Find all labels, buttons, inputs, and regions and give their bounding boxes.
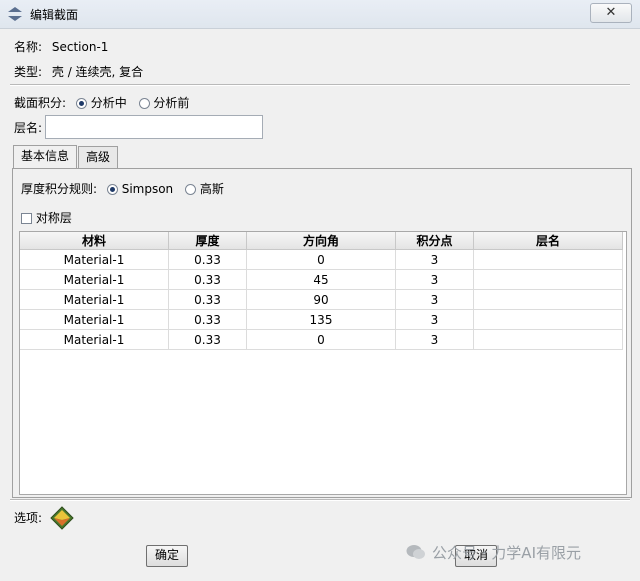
radio-during-analysis-label: 分析中 <box>90 96 127 110</box>
column-header[interactable]: 材料 <box>20 232 169 250</box>
tab-basic-info[interactable]: 基本信息 <box>13 145 78 169</box>
table-cell[interactable]: 135 <box>246 309 396 330</box>
table-cell[interactable]: 3 <box>395 289 474 310</box>
integration-row: 截面积分: 分析中 分析前 <box>14 94 189 111</box>
type-row: 类型: 壳 / 连续壳, 复合 <box>14 63 143 80</box>
symmetric-checkbox[interactable] <box>21 213 32 224</box>
column-header[interactable]: 厚度 <box>168 232 247 250</box>
wechat-icon <box>406 545 425 559</box>
table-row[interactable]: Material-1 0.33 0 3 <box>20 249 623 270</box>
table-cell[interactable]: 0.33 <box>168 249 247 270</box>
radio-gauss[interactable]: 高斯 <box>185 182 224 196</box>
column-header[interactable]: 积分点 <box>395 232 474 250</box>
options-label: 选项: <box>14 511 43 525</box>
thickness-rule-row: 厚度积分规则: Simpson 高斯 <box>21 180 224 197</box>
table-cell[interactable]: 3 <box>395 309 474 330</box>
name-row: 名称: Section-1 <box>14 38 108 55</box>
name-label: 名称: <box>14 40 43 54</box>
table-cell[interactable]: 0.33 <box>168 269 247 290</box>
table-cell[interactable]: Material-1 <box>20 269 169 290</box>
symmetric-label: 对称层 <box>35 211 72 225</box>
window-title: 编辑截面 <box>30 8 79 22</box>
layer-name-label: 层名: <box>14 121 43 135</box>
type-value: 壳 / 连续壳, 复合 <box>51 65 144 79</box>
table-cell[interactable]: 0.33 <box>168 309 247 330</box>
table-cell[interactable]: 3 <box>395 269 474 290</box>
tab-advanced[interactable]: 高级 <box>78 146 119 169</box>
table-cell[interactable]: Material-1 <box>20 289 169 310</box>
table-row[interactable]: Material-1 0.33 45 3 <box>20 269 623 290</box>
radio-simpson[interactable]: Simpson <box>106 182 177 196</box>
radio-gauss-indicator[interactable] <box>185 184 196 195</box>
tab-panel-basic-info: 厚度积分规则: Simpson 高斯 对称层 材料 厚度 方向角 积分点 层名 … <box>12 168 632 498</box>
layup-options-icon[interactable] <box>50 506 74 530</box>
table-cell[interactable]: 3 <box>395 329 474 350</box>
table-header-row: 材料 厚度 方向角 积分点 层名 <box>20 232 623 250</box>
table-cell[interactable] <box>473 329 623 350</box>
watermark-text: 公众号 · 力学AI有限元 <box>432 544 581 562</box>
separator <box>10 84 630 86</box>
layer-name-input[interactable] <box>45 115 263 139</box>
layer-table[interactable]: 材料 厚度 方向角 积分点 层名 Material-1 0.33 0 3 Materia… <box>19 231 627 495</box>
radio-before-analysis[interactable]: 分析前 <box>138 96 190 110</box>
radio-before-analysis-indicator[interactable] <box>138 98 150 109</box>
separator <box>10 499 630 501</box>
symmetric-row[interactable]: 对称层 <box>21 209 72 226</box>
name-value: Section-1 <box>51 40 109 54</box>
ok-button[interactable]: 确定 <box>146 545 188 567</box>
table-cell[interactable] <box>473 289 623 310</box>
edit-section-icon <box>8 7 22 21</box>
table-cell[interactable]: 3 <box>395 249 474 270</box>
title-bar: 编辑截面 ✕ <box>0 0 640 29</box>
table-cell[interactable]: 0.33 <box>168 289 247 310</box>
table-cell[interactable] <box>473 309 623 330</box>
table-cell[interactable] <box>473 249 623 270</box>
thickness-rule-label: 厚度积分规则: <box>21 182 98 196</box>
table-cell[interactable] <box>473 269 623 290</box>
integration-label: 截面积分: <box>14 96 67 110</box>
type-label: 类型: <box>14 65 43 79</box>
dialog-body: 名称: Section-1 类型: 壳 / 连续壳, 复合 截面积分: 分析中 … <box>0 29 640 581</box>
radio-simpson-indicator[interactable] <box>106 184 118 195</box>
table-cell[interactable]: 45 <box>246 269 396 290</box>
column-header[interactable]: 方向角 <box>246 232 396 250</box>
table-row[interactable]: Material-1 0.33 90 3 <box>20 289 623 310</box>
radio-during-analysis-indicator[interactable] <box>75 98 87 109</box>
radio-gauss-label: 高斯 <box>199 182 224 196</box>
watermark: 公众号 · 力学AI有限元 <box>406 542 581 563</box>
table-cell[interactable]: 0 <box>246 249 396 270</box>
table-cell[interactable]: Material-1 <box>20 329 169 350</box>
close-button[interactable]: ✕ <box>590 3 632 23</box>
table-cell[interactable]: Material-1 <box>20 309 169 330</box>
table-row[interactable]: Material-1 0.33 0 3 <box>20 329 623 350</box>
table-cell[interactable]: 0.33 <box>168 329 247 350</box>
table-cell[interactable]: 90 <box>246 289 396 310</box>
radio-before-analysis-label: 分析前 <box>153 96 190 110</box>
table-row[interactable]: Material-1 0.33 135 3 <box>20 309 623 330</box>
radio-simpson-label: Simpson <box>121 182 174 196</box>
table-cell[interactable]: 0 <box>246 329 396 350</box>
table-cell[interactable]: Material-1 <box>20 249 169 270</box>
column-header[interactable]: 层名 <box>473 232 623 250</box>
radio-during-analysis[interactable]: 分析中 <box>75 96 131 110</box>
